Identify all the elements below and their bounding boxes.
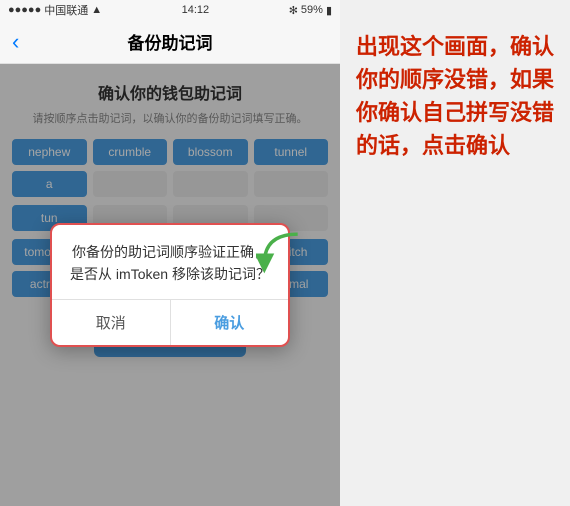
arrow-icon xyxy=(256,230,306,280)
back-button[interactable]: ‹ xyxy=(12,29,19,55)
status-bar: ●●●●● 中国联通 ▲ 14:12 ✻ 59% ▮ xyxy=(0,0,340,20)
signal-dots: ●●●●● xyxy=(8,4,41,16)
dialog-box: 你备份的助记词顺序验证正确，是否从 imToken 移除该助记词？ 取消 确认 xyxy=(50,223,290,348)
dialog-confirm-button[interactable]: 确认 xyxy=(171,300,289,345)
main-content: 确认你的钱包助记词 请按顺序点击助记词，以确认你的备份助记词填写正确。 neph… xyxy=(0,64,340,506)
dialog-message: 你备份的助记词顺序验证正确，是否从 imToken 移除该助记词？ xyxy=(68,241,272,286)
annotation-panel: 出现这个画面，确认你的顺序没错，如果你确认自己拼写没错的话，点击确认 xyxy=(340,0,570,506)
arrow-wrap xyxy=(256,230,306,285)
dialog-buttons: 取消 确认 xyxy=(52,299,288,345)
dialog-cancel-button[interactable]: 取消 xyxy=(52,300,171,345)
battery-label: 59% xyxy=(301,4,323,16)
status-right: ✻ 59% ▮ xyxy=(289,4,332,17)
nav-bar: ‹ 备份助记词 xyxy=(0,20,340,64)
status-left: ●●●●● 中国联通 ▲ xyxy=(8,2,102,18)
phone-frame: ●●●●● 中国联通 ▲ 14:12 ✻ 59% ▮ ‹ 备份助记词 确认你的钱… xyxy=(0,0,340,506)
bluetooth-icon: ✻ xyxy=(289,4,298,17)
carrier-label: 中国联通 xyxy=(44,2,88,18)
nav-title: 备份助记词 xyxy=(128,29,213,54)
dialog-overlay: 你备份的助记词顺序验证正确，是否从 imToken 移除该助记词？ 取消 确认 xyxy=(0,64,340,506)
battery-icon: ▮ xyxy=(326,4,332,17)
time-display: 14:12 xyxy=(182,4,210,16)
annotation-text: 出现这个画面，确认你的顺序没错，如果你确认自己拼写没错的话，点击确认 xyxy=(356,30,554,162)
wifi-icon: ▲ xyxy=(91,4,102,16)
